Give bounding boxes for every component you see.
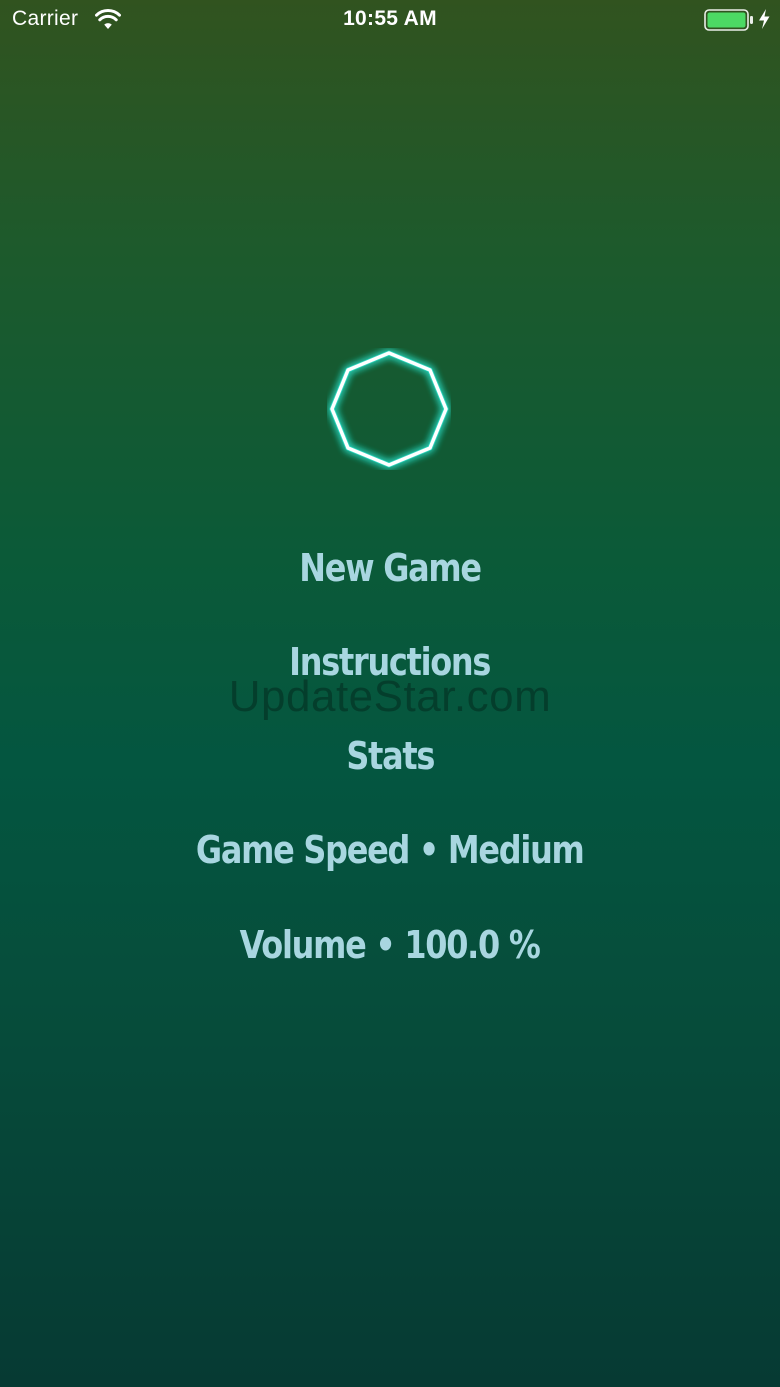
- charging-bolt-icon: [759, 9, 770, 29]
- instructions-label: Instructions: [289, 640, 492, 684]
- battery-fill: [707, 12, 746, 28]
- volume-button[interactable]: Volume • 100.0 %: [0, 920, 780, 970]
- instructions-button[interactable]: Instructions: [0, 637, 780, 687]
- octagon-icon: [329, 350, 449, 468]
- volume-label: Volume • 100.0 %: [239, 923, 541, 967]
- game-speed-label: Game Speed • Medium: [196, 828, 585, 872]
- status-time: 10:55 AM: [343, 7, 437, 30]
- battery-icon: [704, 9, 753, 31]
- status-bar: Carrier 10:55 AM: [0, 0, 780, 40]
- new-game-label: New Game: [299, 546, 482, 590]
- new-game-button[interactable]: New Game: [0, 543, 780, 593]
- stats-button[interactable]: Stats: [0, 731, 780, 781]
- game-speed-button[interactable]: Game Speed • Medium: [0, 825, 780, 875]
- stats-label: Stats: [346, 734, 435, 778]
